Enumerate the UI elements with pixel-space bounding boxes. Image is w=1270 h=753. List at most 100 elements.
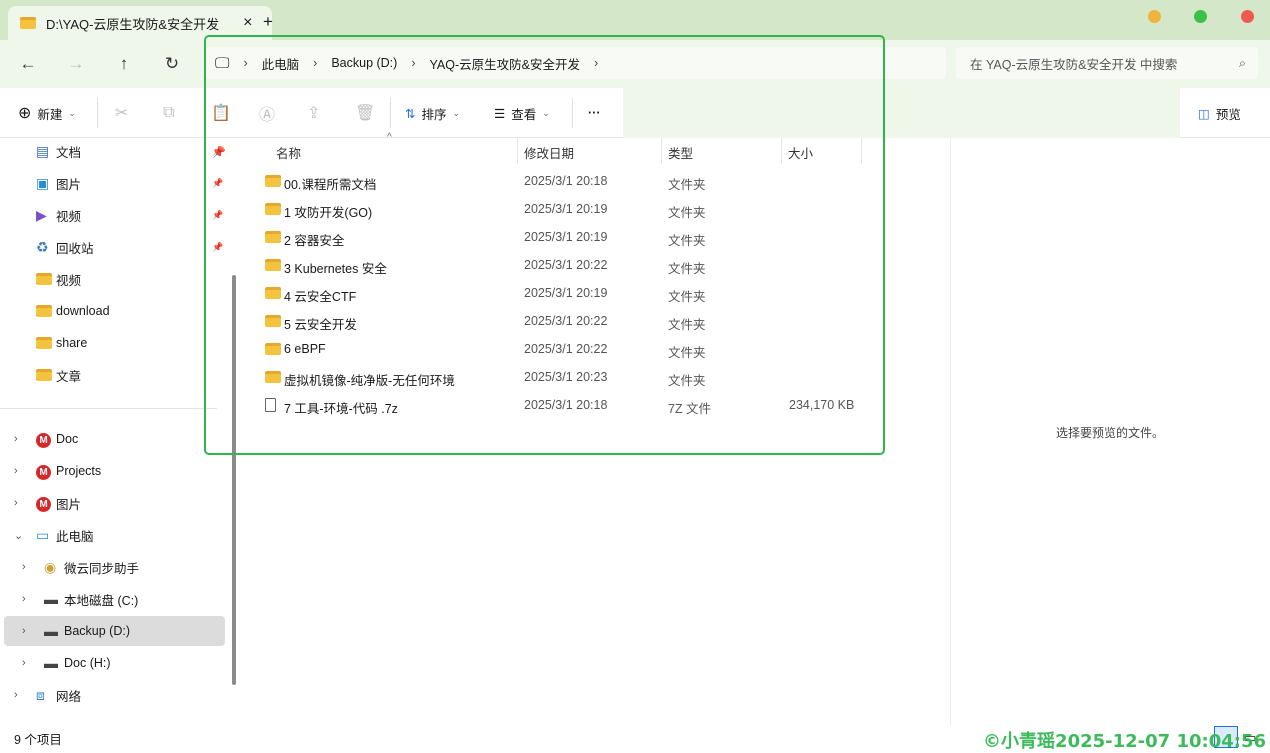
- file-date: 2025/3/1 20:22: [524, 342, 608, 356]
- sidebar-item[interactable]: share: [0, 328, 230, 358]
- pictures-icon: ▣: [36, 175, 50, 191]
- file-name: 00.课程所需文档: [284, 178, 377, 192]
- file-row[interactable]: 1 攻防开发(GO) 2025/3/1 20:19 文件夹: [263, 195, 863, 223]
- chevron-right-icon[interactable]: ›: [14, 497, 18, 509]
- sidebar-item[interactable]: ♻ 回收站 📌: [0, 232, 230, 262]
- cloud-drive-icon: M: [36, 497, 51, 512]
- sidebar-item-label: 回收站: [56, 241, 94, 256]
- folder-icon: [265, 287, 281, 299]
- file-date: 2025/3/1 20:22: [524, 314, 608, 328]
- view-icon: ☰: [494, 106, 506, 121]
- close-tab-icon[interactable]: ×: [243, 14, 252, 32]
- file-row[interactable]: 2 容器安全 2025/3/1 20:19 文件夹: [263, 223, 863, 251]
- share-icon[interactable]: ⇪: [307, 100, 320, 126]
- tab-current[interactable]: D:\YAQ-云原生攻防&安全开发 ×: [8, 6, 272, 40]
- preview-button[interactable]: ◫ 预览: [1198, 100, 1241, 126]
- drive-icon: ▬: [44, 623, 58, 639]
- column-header-name[interactable]: 名称: [276, 143, 301, 162]
- more-options-button[interactable]: ···: [588, 100, 601, 126]
- new-tab-button[interactable]: +: [263, 12, 273, 32]
- column-header-size[interactable]: 大小: [788, 143, 813, 162]
- pin-icon[interactable]: 📌: [212, 178, 223, 189]
- address-bar[interactable]: 🖵 › 此电脑 › Backup (D:) › YAQ-云原生攻防&安全开发 ›: [205, 47, 946, 79]
- sort-button[interactable]: ⇅ 排序 ⌄: [405, 100, 460, 126]
- documents-icon: ▤: [36, 143, 50, 159]
- sidebar-tree-item[interactable]: › M Projects: [0, 456, 230, 486]
- pin-icon[interactable]: 📌: [212, 242, 223, 253]
- column-header-type[interactable]: 类型: [668, 143, 693, 162]
- file-row[interactable]: 6 eBPF 2025/3/1 20:22 文件夹: [263, 335, 863, 363]
- chevron-right-icon[interactable]: ›: [22, 625, 26, 637]
- file-row[interactable]: 00.课程所需文档 2025/3/1 20:18 文件夹: [263, 167, 863, 195]
- file-row[interactable]: 7 工具-环境-代码 .7z 2025/3/1 20:18 7Z 文件 234,170…: [263, 391, 863, 419]
- command-bar-bg: [623, 88, 1180, 138]
- file-type: 文件夹: [668, 234, 706, 248]
- sidebar-scrollbar[interactable]: [232, 275, 236, 685]
- sidebar-item[interactable]: ▶ 视频 📌: [0, 200, 230, 230]
- copy-icon[interactable]: ⧉: [163, 100, 174, 126]
- file-row[interactable]: 虚拟机镜像-纯净版-无任何环境 2025/3/1 20:23 文件夹: [263, 363, 863, 391]
- file-type: 文件夹: [668, 290, 706, 304]
- preview-pane-icon: ◫: [1198, 106, 1210, 121]
- sidebar-item-label: 图片: [56, 177, 82, 192]
- paste-icon[interactable]: 📋: [211, 100, 231, 126]
- watermark: ©小青瑶2025-12-07 10:04:56: [983, 731, 1266, 752]
- sync-icon: ◉: [44, 559, 57, 575]
- sidebar-item-label: 此电脑: [56, 529, 94, 544]
- chevron-right-icon[interactable]: ›: [22, 593, 26, 605]
- file-name: 4 云安全CTF: [284, 290, 357, 304]
- breadcrumb-item[interactable]: 此电脑: [262, 54, 300, 73]
- sidebar-tree-item[interactable]: › ▬ 本地磁盘 (C:): [0, 584, 230, 614]
- sidebar-tree-item[interactable]: › ⧈ 网络: [0, 680, 230, 710]
- file-type: 文件夹: [668, 374, 706, 388]
- folder-icon: [265, 203, 281, 215]
- pin-icon[interactable]: 📌: [212, 210, 223, 221]
- sidebar-item[interactable]: 文章: [0, 360, 230, 390]
- chevron-down-icon[interactable]: ⌄: [14, 529, 23, 542]
- sidebar-item[interactable]: 视频: [0, 264, 230, 294]
- sidebar-item[interactable]: download: [0, 296, 230, 326]
- pin-icon[interactable]: 📌: [212, 146, 223, 157]
- chevron-right-icon[interactable]: ›: [594, 56, 598, 70]
- cut-icon[interactable]: ✂: [115, 100, 128, 126]
- preview-label: 预览: [1215, 107, 1241, 122]
- file-row[interactable]: 5 云安全开发 2025/3/1 20:22 文件夹: [263, 307, 863, 335]
- forward-icon[interactable]: →: [64, 52, 88, 76]
- sidebar-tree-item[interactable]: › ▬ Backup (D:): [4, 616, 225, 646]
- sidebar-item[interactable]: ▤ 文档 📌: [0, 136, 230, 166]
- close-window-button[interactable]: [1241, 10, 1254, 23]
- sidebar-tree-item[interactable]: › M 图片: [0, 488, 230, 518]
- sort-ascending-icon: ^: [387, 132, 392, 143]
- file-row[interactable]: 4 云安全CTF 2025/3/1 20:19 文件夹: [263, 279, 863, 307]
- sidebar-item[interactable]: ▣ 图片 📌: [0, 168, 230, 198]
- sidebar-tree-item[interactable]: › ◉ 微云同步助手: [0, 552, 230, 582]
- breadcrumb-item[interactable]: Backup (D:): [331, 56, 397, 70]
- chevron-right-icon[interactable]: ›: [22, 657, 26, 669]
- divider: [0, 408, 217, 409]
- breadcrumb-item[interactable]: YAQ-云原生攻防&安全开发: [430, 54, 580, 73]
- file-row[interactable]: 3 Kubernetes 安全 2025/3/1 20:22 文件夹: [263, 251, 863, 279]
- sidebar-item-label: 图片: [56, 497, 82, 512]
- sidebar-tree-item[interactable]: › M Doc: [0, 424, 230, 454]
- view-button[interactable]: ☰ 查看 ⌄: [494, 100, 550, 126]
- file-list: ^ 名称 修改日期 类型 大小 00.课程所需文档 2025/3/1 20:18 文…: [245, 132, 950, 725]
- sidebar-item-label: Backup (D:): [64, 624, 130, 638]
- delete-icon[interactable]: 🗑: [355, 100, 375, 126]
- rename-icon[interactable]: Ⓐ: [259, 100, 275, 126]
- minimize-button[interactable]: [1148, 10, 1161, 23]
- refresh-icon[interactable]: ↻: [160, 52, 184, 76]
- up-icon[interactable]: ↑: [112, 52, 136, 76]
- folder-icon: [265, 315, 281, 327]
- sidebar-tree-item[interactable]: ⌄ ▭ 此电脑: [0, 520, 230, 550]
- chevron-right-icon[interactable]: ›: [14, 465, 18, 477]
- back-icon[interactable]: ←: [16, 52, 40, 76]
- search-input[interactable]: 在 YAQ-云原生攻防&安全开发 中搜索 ⌕: [956, 47, 1258, 79]
- chevron-right-icon[interactable]: ›: [14, 433, 18, 445]
- chevron-right-icon[interactable]: ›: [14, 689, 18, 701]
- maximize-button[interactable]: [1194, 10, 1207, 23]
- column-header-date[interactable]: 修改日期: [524, 143, 574, 162]
- file-date: 2025/3/1 20:19: [524, 286, 608, 300]
- chevron-right-icon[interactable]: ›: [22, 561, 26, 573]
- new-button[interactable]: ⊕ 新建 ⌄: [18, 100, 76, 126]
- sidebar-tree-item[interactable]: › ▬ Doc (H:): [0, 648, 230, 678]
